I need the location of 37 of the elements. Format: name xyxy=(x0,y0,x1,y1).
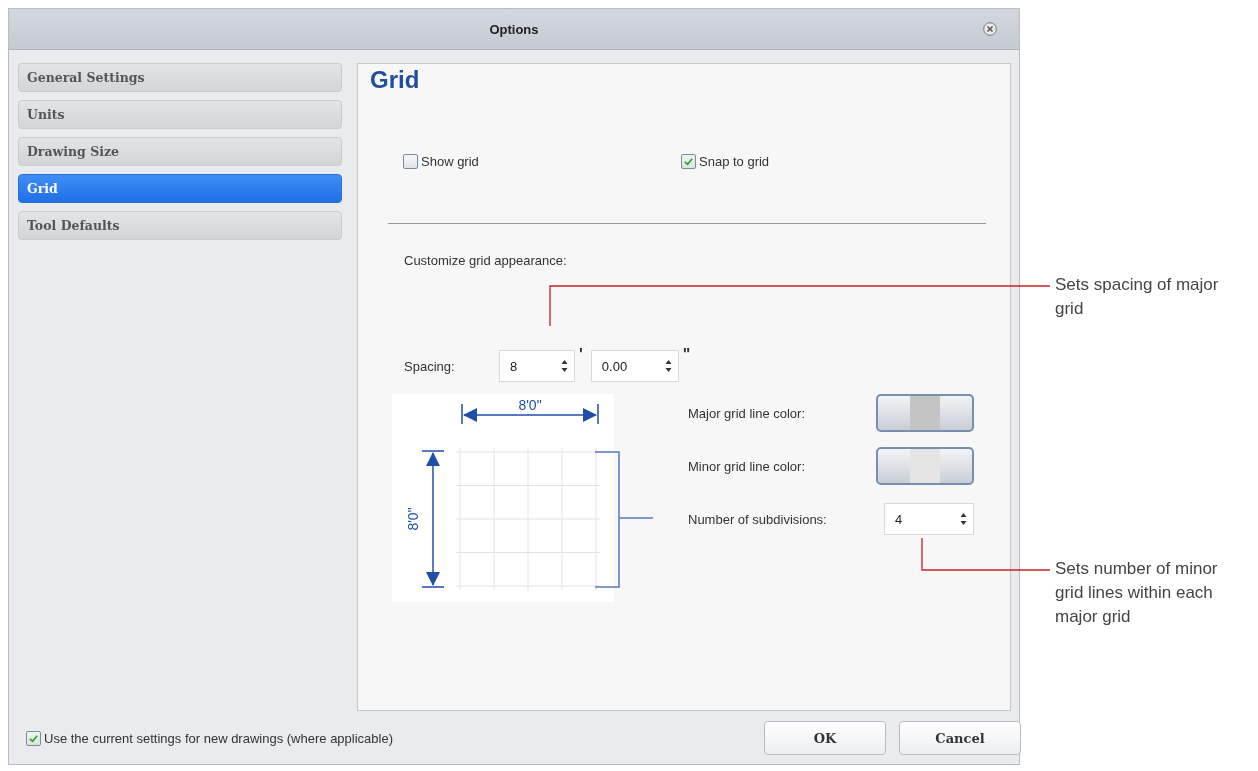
color-label: Minor grid line color: xyxy=(688,458,807,474)
spinner-arrows-icon[interactable] xyxy=(664,359,672,373)
checkbox-label: Snap to grid xyxy=(699,154,770,169)
feet-unit: ' xyxy=(579,346,583,364)
sidebar-item[interactable]: Units xyxy=(18,100,342,129)
section-label: Customize grid appearance: xyxy=(404,253,568,268)
color-picker-button[interactable] xyxy=(876,447,974,485)
dialog-button[interactable]: OK xyxy=(764,721,886,755)
checkbox[interactable] xyxy=(26,730,41,746)
width-label: 8'0" xyxy=(518,397,542,413)
callout-text: Sets number of minor grid lines within each major grid xyxy=(1055,558,1219,628)
spinner-arrows-icon[interactable] xyxy=(561,359,568,373)
spin-field[interactable]: 8 xyxy=(499,350,575,382)
sidebar-item[interactable]: General Settings xyxy=(18,63,342,92)
callout-text: Sets spacing of major grid xyxy=(1055,274,1220,320)
subdivisions-label: Number of subdivisions: xyxy=(688,511,828,527)
spin-field[interactable]: 0.00 xyxy=(590,350,679,382)
checkmark-icon xyxy=(28,732,39,744)
sidebar-item[interactable]: Tool Defaults xyxy=(18,211,342,240)
color-picker-button[interactable] xyxy=(876,394,974,432)
height-label: 8'0" xyxy=(405,507,421,531)
checkbox[interactable] xyxy=(681,154,696,169)
color-label: Major grid line color: xyxy=(688,405,807,421)
checkbox-label: Show grid xyxy=(421,154,479,169)
panel-heading: Grid xyxy=(370,66,421,95)
close-icon[interactable] xyxy=(983,22,997,36)
checkmark-icon xyxy=(683,156,694,167)
spin-field[interactable]: 4 xyxy=(884,503,974,535)
checkbox[interactable] xyxy=(403,154,418,169)
spinner-arrows-icon[interactable] xyxy=(960,512,967,526)
inches-unit: " xyxy=(682,346,691,364)
window-title: Options xyxy=(489,21,539,37)
sidebar-item[interactable]: Drawing Size xyxy=(18,137,342,166)
spacing-label: Spacing: xyxy=(404,358,456,374)
sidebar-item[interactable]: Grid xyxy=(18,174,342,203)
dialog-button[interactable]: Cancel xyxy=(899,721,1021,755)
checkbox-label: Use the current settings for new drawings (where applicable) xyxy=(44,730,393,746)
